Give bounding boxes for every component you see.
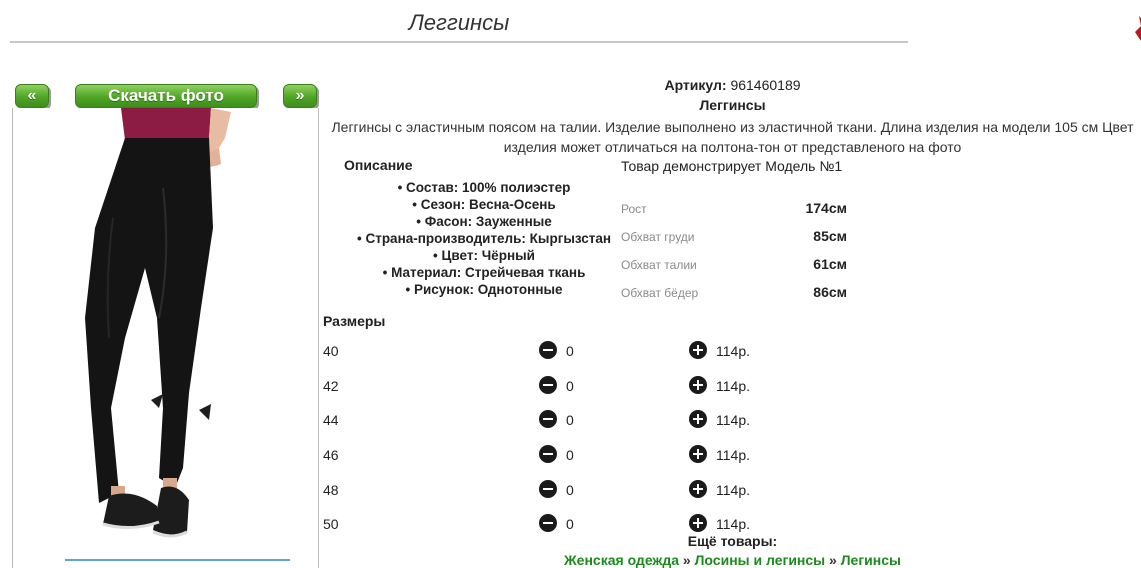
measurement-value: 61см <box>813 256 847 272</box>
description-line-2: изделия может отличаться на полтона-тон … <box>503 139 962 155</box>
plus-circle-icon[interactable] <box>689 514 707 532</box>
description-line-1: Леггинсы с эластичным поясом на талии. И… <box>331 119 1134 135</box>
feature-item: Страна-производитель: Кыргызстан <box>325 230 643 247</box>
measurement-value: 86см <box>813 284 847 300</box>
sizes-title: Размеры <box>323 313 386 329</box>
article-value: 961460189 <box>730 77 801 93</box>
measurement-label: Обхват бёдер <box>621 286 699 300</box>
size-row: 42 0 114р. <box>323 376 773 398</box>
measurement-row: Обхват бёдер 86см <box>621 284 851 306</box>
price: 114р. <box>716 378 750 394</box>
feature-item: Фасон: Зауженные <box>325 213 643 230</box>
decorative-corner-icon <box>1135 16 1141 41</box>
quantity-value: 0 <box>566 378 574 394</box>
size-row: 46 0 114р. <box>323 445 773 467</box>
download-photo-button[interactable]: Скачать фото <box>75 84 257 108</box>
size-label: 48 <box>323 482 339 498</box>
price: 114р. <box>716 447 750 463</box>
minus-circle-icon[interactable] <box>539 410 557 428</box>
measurement-label: Обхват груди <box>621 230 695 244</box>
minus-circle-icon[interactable] <box>539 480 557 498</box>
minus-circle-icon[interactable] <box>539 376 557 394</box>
size-row: 48 0 114р. <box>323 480 773 502</box>
feature-list: Состав: 100% полиэстер Сезон: Весна-Осен… <box>325 179 643 298</box>
minus-circle-icon[interactable] <box>539 341 557 359</box>
size-label: 50 <box>323 516 339 532</box>
size-label: 44 <box>323 412 339 428</box>
measurement-value: 85см <box>813 228 847 244</box>
product-name: Леггинсы <box>699 97 766 113</box>
measurement-row: Обхват груди 85см <box>621 228 851 250</box>
next-photo-button[interactable]: » <box>283 84 317 108</box>
size-label: 42 <box>323 378 339 394</box>
plus-circle-icon[interactable] <box>689 480 707 498</box>
breadcrumb-separator: » <box>825 552 841 568</box>
quantity-value: 0 <box>566 516 574 532</box>
product-photo[interactable] <box>12 108 319 568</box>
breadcrumb-link-leggings[interactable]: Легинсы <box>841 552 901 568</box>
quantity-value: 0 <box>566 343 574 359</box>
feature-item: Сезон: Весна-Осень <box>325 196 643 213</box>
title-divider <box>10 41 908 43</box>
price: 114р. <box>716 412 750 428</box>
size-label: 40 <box>323 343 339 359</box>
feature-item: Материал: Стрейчевая ткань <box>325 264 643 281</box>
product-description: Леггинсы с эластичным поясом на талии. И… <box>320 117 1141 157</box>
previous-photo-button[interactable]: « <box>15 84 49 108</box>
more-products-title: Ещё товары: <box>687 533 778 549</box>
page-title: Леггинсы <box>408 10 510 35</box>
plus-circle-icon[interactable] <box>689 410 707 428</box>
minus-circle-icon[interactable] <box>539 514 557 532</box>
article-label: Артикул: <box>664 77 727 93</box>
quantity-value: 0 <box>566 412 574 428</box>
description-title: Описание <box>344 157 413 173</box>
price: 114р. <box>716 343 750 359</box>
measurement-label: Рост <box>621 202 647 216</box>
plus-circle-icon[interactable] <box>689 445 707 463</box>
breadcrumb-link-leggings-category[interactable]: Лосины и легинсы <box>695 552 826 568</box>
measurement-row: Рост 174см <box>621 200 851 222</box>
minus-circle-icon[interactable] <box>539 445 557 463</box>
size-row: 44 0 114р. <box>323 410 773 432</box>
price: 114р. <box>716 516 750 532</box>
feature-item: Состав: 100% полиэстер <box>325 179 643 196</box>
breadcrumb-separator: » <box>679 552 695 568</box>
measurement-value: 174см <box>805 200 847 216</box>
plus-circle-icon[interactable] <box>689 341 707 359</box>
feature-item: Рисунок: Однотонные <box>325 281 643 298</box>
price: 114р. <box>716 482 750 498</box>
measurement-row: Обхват талии 61см <box>621 256 851 278</box>
measurement-label: Обхват талии <box>621 258 697 272</box>
plus-circle-icon[interactable] <box>689 376 707 394</box>
quantity-value: 0 <box>566 447 574 463</box>
feature-item: Цвет: Чёрный <box>325 247 643 264</box>
size-label: 46 <box>323 447 339 463</box>
breadcrumb: Женская одежда » Лосины и легинсы » Леги… <box>320 552 1141 568</box>
model-title: Товар демонстрирует Модель №1 <box>621 158 843 174</box>
article-line: Артикул: 961460189 <box>320 77 1141 93</box>
breadcrumb-link-womens-clothing[interactable]: Женская одежда <box>564 552 679 568</box>
quantity-value: 0 <box>566 482 574 498</box>
leggings-model-illustration <box>13 108 318 568</box>
size-row: 40 0 114р. <box>323 341 773 363</box>
